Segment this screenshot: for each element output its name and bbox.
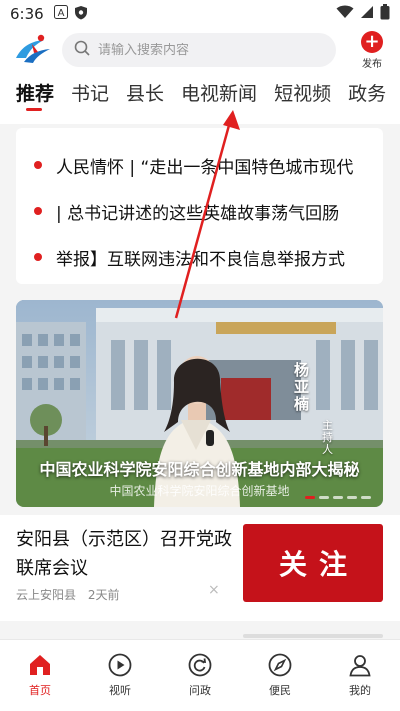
tab-tv-news[interactable]: 电视新闻 (181, 72, 257, 106)
carousel-dot[interactable] (347, 496, 357, 499)
bullet-dot (34, 207, 42, 215)
nav-watch-listen[interactable]: 视听 (80, 640, 160, 711)
app-screen: 6:36 A 请输入搜索内容 + 发布 推荐 书记 县长 电视新闻 短视频 政务… (0, 0, 400, 711)
status-bar: 6:36 A (0, 0, 400, 28)
video-banner[interactable]: 杨亚楠 主持人 中国农业科学院安阳综合创新基地内部大揭秘 中国农业科学院安阳综合… (16, 300, 383, 507)
publish-button[interactable]: + 发布 (354, 30, 390, 70)
nav-label: 我的 (349, 684, 371, 697)
shield-icon (74, 5, 88, 24)
headline-text: 举报】互联网违法和不良信息举报方式 (56, 249, 345, 270)
thumbnail-text: 关注 (278, 548, 359, 581)
battery-icon (380, 4, 390, 24)
publish-label: 发布 (362, 58, 382, 70)
banner-caption: 中国农业科学院安阳综合创新基地内部大揭秘 (39, 460, 360, 479)
news-list-item[interactable]: 安阳县（示范区）召开党政联席会议 云上安阳县 2天前 × 关注 (0, 515, 400, 621)
text-a-icon: A (53, 5, 68, 23)
tab-government-affairs[interactable]: 政务 (348, 72, 386, 106)
news-time: 2天前 (87, 588, 120, 602)
search-icon (74, 40, 90, 60)
next-item-peek (243, 634, 383, 638)
nav-inquiry[interactable]: 问政 (160, 640, 240, 711)
refresh-icon (188, 653, 212, 677)
user-icon (349, 655, 371, 677)
close-icon[interactable]: × (208, 582, 220, 598)
nav-services[interactable]: 便民 (240, 640, 320, 711)
carousel-dot[interactable] (305, 496, 315, 499)
status-time: 6:36 (10, 5, 44, 23)
plus-icon: + (361, 30, 383, 53)
carousel-dot[interactable] (361, 496, 371, 499)
play-icon (108, 653, 132, 677)
nav-label: 首页 (29, 684, 51, 697)
channel-tabs: 推荐 书记 县长 电视新闻 短视频 政务 (0, 72, 400, 124)
tab-county-head[interactable]: 县长 (126, 72, 164, 106)
bottom-navigation: 首页 视听 问政 便民 我的 (0, 639, 400, 711)
headline-item[interactable]: | 总书记讲述的这些英雄故事荡气回肠 (16, 188, 383, 234)
app-logo[interactable] (10, 32, 54, 68)
tab-short-video[interactable]: 短视频 (274, 72, 331, 106)
search-box[interactable] (62, 33, 336, 67)
headline-item[interactable]: 举报】互联网违法和不良信息举报方式 (16, 234, 383, 280)
tab-recommend[interactable]: 推荐 (16, 72, 54, 111)
headline-text: | 总书记讲述的这些英雄故事荡气回肠 (56, 203, 340, 224)
app-header: + 发布 (0, 28, 400, 72)
home-icon (30, 655, 50, 675)
news-title: 安阳县（示范区）召开党政联席会议 (16, 529, 232, 579)
news-source: 云上安阳县 (16, 588, 77, 602)
news-thumbnail: 关注 (243, 524, 383, 602)
carousel-indicator (305, 496, 371, 499)
bullet-dot (34, 253, 42, 261)
nav-home[interactable]: 首页 (0, 640, 80, 711)
nav-label: 视听 (109, 684, 131, 697)
signal-icon (360, 5, 374, 23)
tab-secretary[interactable]: 书记 (71, 72, 109, 106)
anchor-name: 杨亚楠 (294, 361, 310, 413)
compass-icon (268, 653, 292, 677)
nav-label: 问政 (189, 684, 211, 697)
wifi-icon (336, 5, 354, 23)
search-input[interactable] (98, 42, 318, 58)
carousel-dot[interactable] (333, 496, 343, 499)
headlines-card: 人民情怀 | “走出一条中国特色城市现代 | 总书记讲述的这些英雄故事荡气回肠 … (16, 128, 383, 284)
carousel-dot[interactable] (319, 496, 329, 499)
headline-item[interactable]: 人民情怀 | “走出一条中国特色城市现代 (16, 142, 383, 188)
anchor-role: 主持人 (322, 419, 333, 456)
nav-label: 便民 (269, 684, 291, 697)
bullet-dot (34, 161, 42, 169)
news-meta: 云上安阳县 2天前 (16, 586, 127, 603)
nav-profile[interactable]: 我的 (320, 640, 400, 711)
headline-text: 人民情怀 | “走出一条中国特色城市现代 (56, 157, 354, 178)
svg-text:A: A (57, 8, 64, 19)
